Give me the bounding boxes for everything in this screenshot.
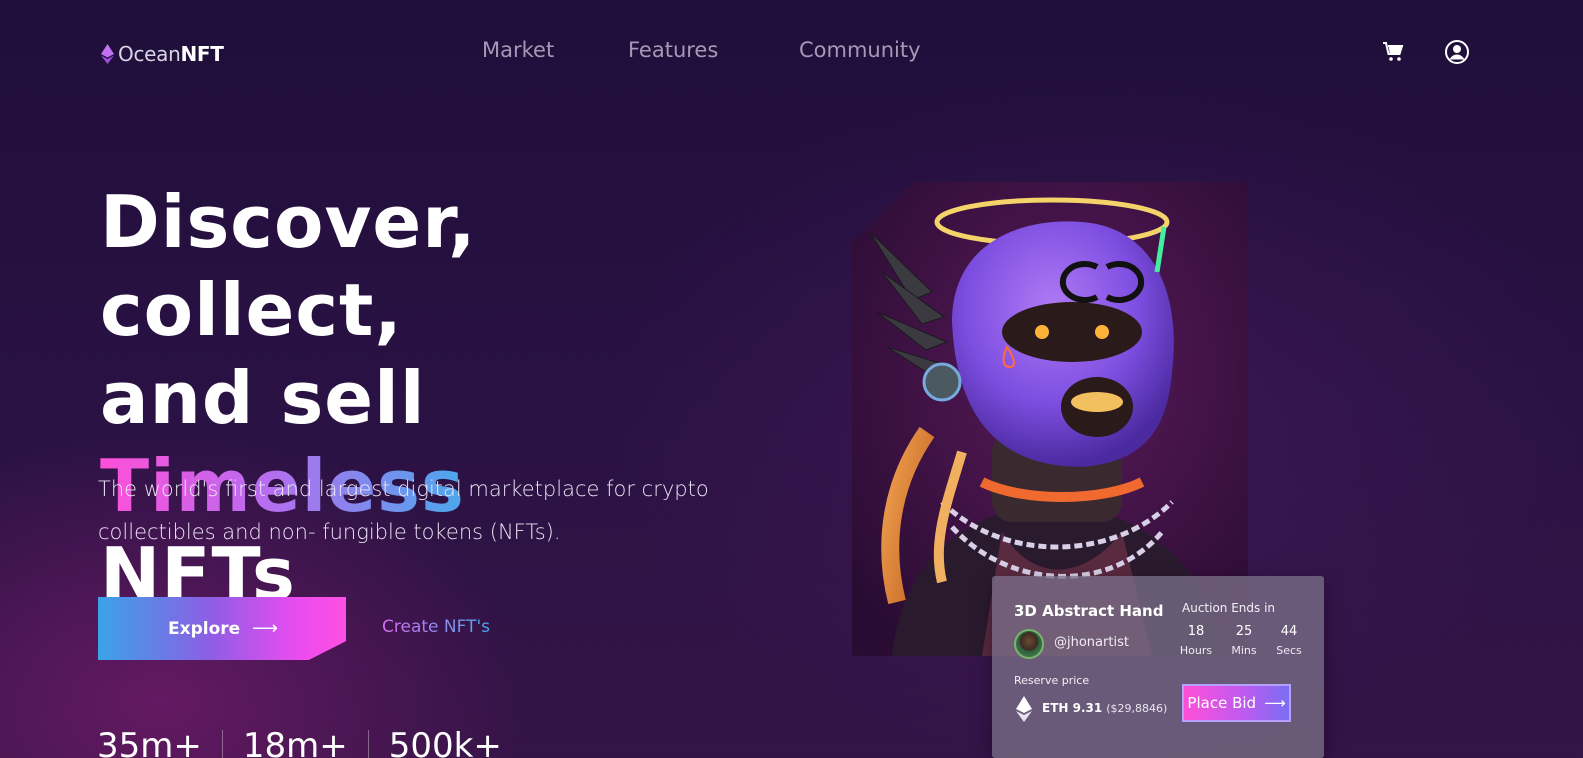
nav-item-features[interactable]: Features xyxy=(628,38,799,62)
explore-button[interactable]: Explore ⟶ xyxy=(98,597,346,660)
countdown-unit: Mins xyxy=(1231,644,1257,657)
brand-logo[interactable]: OceanNFT xyxy=(101,42,224,66)
artist-avatar[interactable] xyxy=(1014,629,1044,659)
brand-name-part1: Ocean xyxy=(118,42,181,66)
headline-line2-prefix: and sell xyxy=(100,356,426,440)
explore-button-label: Explore xyxy=(168,618,241,639)
usd-price: ($29,8846) xyxy=(1106,702,1168,715)
arrow-right-icon: ⟶ xyxy=(1264,694,1286,712)
ethereum-gem-icon xyxy=(101,44,114,64)
eth-price: ETH 9.31 xyxy=(1042,701,1103,715)
countdown-unit: Hours xyxy=(1179,644,1213,657)
stat-value: 500k+ xyxy=(388,726,502,758)
nav-item-market[interactable]: Market xyxy=(482,38,628,62)
auction-card: 3D Abstract Hand @jhonartist Auction End… xyxy=(992,576,1324,758)
countdown-seconds: 44 Secs xyxy=(1271,624,1307,657)
auction-ends-label: Auction Ends in xyxy=(1182,601,1276,615)
stat-divider xyxy=(221,730,223,758)
hero-subtitle: The world's first and largest digital ma… xyxy=(98,477,709,544)
brand-name: OceanNFT xyxy=(118,42,224,66)
place-bid-label: Place Bid xyxy=(1187,694,1257,712)
countdown-value: 25 xyxy=(1235,624,1253,639)
cart-icon[interactable] xyxy=(1382,40,1406,68)
nav-icons xyxy=(1382,39,1470,69)
arrow-right-icon: ⟶ xyxy=(252,618,278,639)
artist-handle[interactable]: @jhonartist xyxy=(1054,635,1129,650)
nft-title: 3D Abstract Hand xyxy=(1014,602,1164,620)
stat-value: 18m+ xyxy=(242,726,348,758)
stats-row: 35m+ 18m+ 500k+ xyxy=(97,726,522,758)
user-account-icon[interactable] xyxy=(1444,39,1470,69)
stat-value: 35m+ xyxy=(97,726,202,758)
countdown-value: 44 xyxy=(1280,624,1298,639)
stat-divider xyxy=(367,730,369,758)
main-nav: Market Features Community xyxy=(482,38,921,62)
ethereum-icon xyxy=(1016,696,1032,726)
reserve-price: ETH 9.31 ($29,8846) xyxy=(1042,701,1167,715)
brand-name-part2: NFT xyxy=(180,42,224,66)
create-nft-link[interactable]: Create NFT's xyxy=(382,617,490,637)
nav-item-community[interactable]: Community xyxy=(799,38,921,62)
place-bid-button[interactable]: Place Bid ⟶ xyxy=(1182,684,1291,722)
countdown-value: 18 xyxy=(1187,624,1205,639)
headline-line1: Discover, collect, xyxy=(100,180,477,352)
countdown-minutes: 25 Mins xyxy=(1226,624,1262,657)
countdown-hours: 18 Hours xyxy=(1178,624,1214,657)
reserve-price-label: Reserve price xyxy=(1014,674,1090,687)
countdown-unit: Secs xyxy=(1276,644,1302,657)
